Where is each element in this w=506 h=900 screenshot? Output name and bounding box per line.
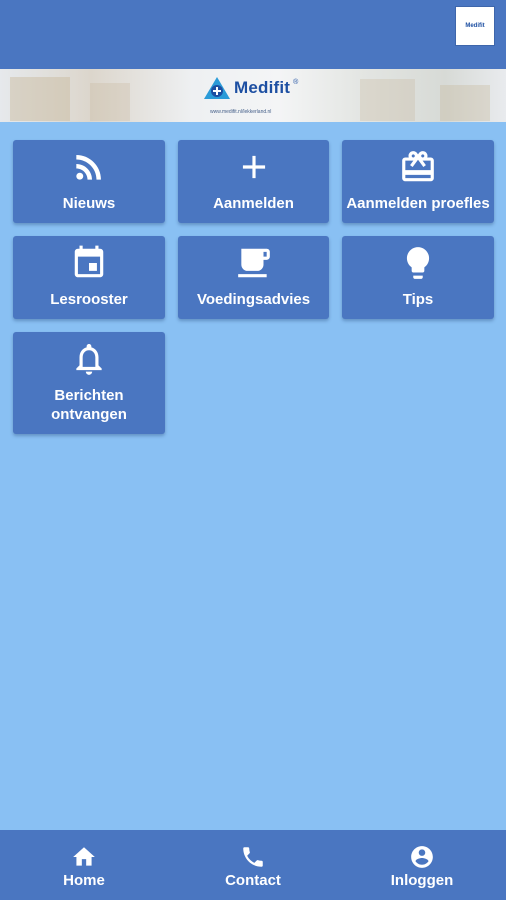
account-icon xyxy=(411,846,433,868)
banner-logo: Medifit ® xyxy=(203,73,298,103)
top-app-bar: Medifit xyxy=(0,0,506,69)
registered-mark: ® xyxy=(293,79,299,86)
bell-icon xyxy=(76,343,102,375)
header-logo[interactable]: Medifit xyxy=(455,6,495,46)
phone-icon xyxy=(243,847,263,867)
banner-image: Medifit ® www.medifit.nl/lekkerland.nl xyxy=(0,69,506,122)
tile-voedingsadvies[interactable]: Voedingsadvies xyxy=(178,236,329,319)
tile-aanmelden-proefles[interactable]: Aanmelden proefles xyxy=(342,140,494,223)
coffee-icon xyxy=(237,248,270,278)
tile-nieuws[interactable]: Nieuws xyxy=(13,140,165,223)
nav-home[interactable]: Home xyxy=(0,830,168,900)
tile-berichten-ontvangen[interactable]: Berichten ontvangen xyxy=(13,332,165,434)
gift-icon xyxy=(402,151,434,182)
banner-logo-text: Medifit xyxy=(234,78,291,97)
tile-label: Nieuws xyxy=(62,195,116,212)
lightbulb-icon xyxy=(406,247,430,279)
tile-label: Lesrooster xyxy=(50,291,128,308)
bottom-navigation: Home Contact Inloggen xyxy=(0,830,506,900)
nav-label: Inloggen xyxy=(390,872,454,889)
calendar-icon xyxy=(74,245,104,278)
tile-aanmelden[interactable]: Aanmelden xyxy=(178,140,329,223)
plus-icon xyxy=(242,155,265,179)
banner-caption: www.medifit.nl/lekkerland.nl xyxy=(210,109,272,115)
tile-lesrooster[interactable]: Lesrooster xyxy=(13,236,165,319)
nav-label: Contact xyxy=(225,872,281,889)
tile-label: Berichten ontvangen xyxy=(51,387,127,423)
nav-inloggen[interactable]: Inloggen xyxy=(338,830,506,900)
tile-tips[interactable]: Tips xyxy=(342,236,494,319)
tile-label: Aanmelden proefles xyxy=(346,195,490,212)
tile-label: Voedingsadvies xyxy=(196,291,311,308)
rss-icon xyxy=(76,155,101,180)
tile-label: Aanmelden xyxy=(213,195,294,212)
nav-label: Home xyxy=(63,872,105,889)
medifit-logo-icon xyxy=(204,77,230,99)
nav-contact[interactable]: Contact xyxy=(169,830,337,900)
tile-label: Tips xyxy=(402,291,434,308)
home-icon xyxy=(73,847,95,866)
